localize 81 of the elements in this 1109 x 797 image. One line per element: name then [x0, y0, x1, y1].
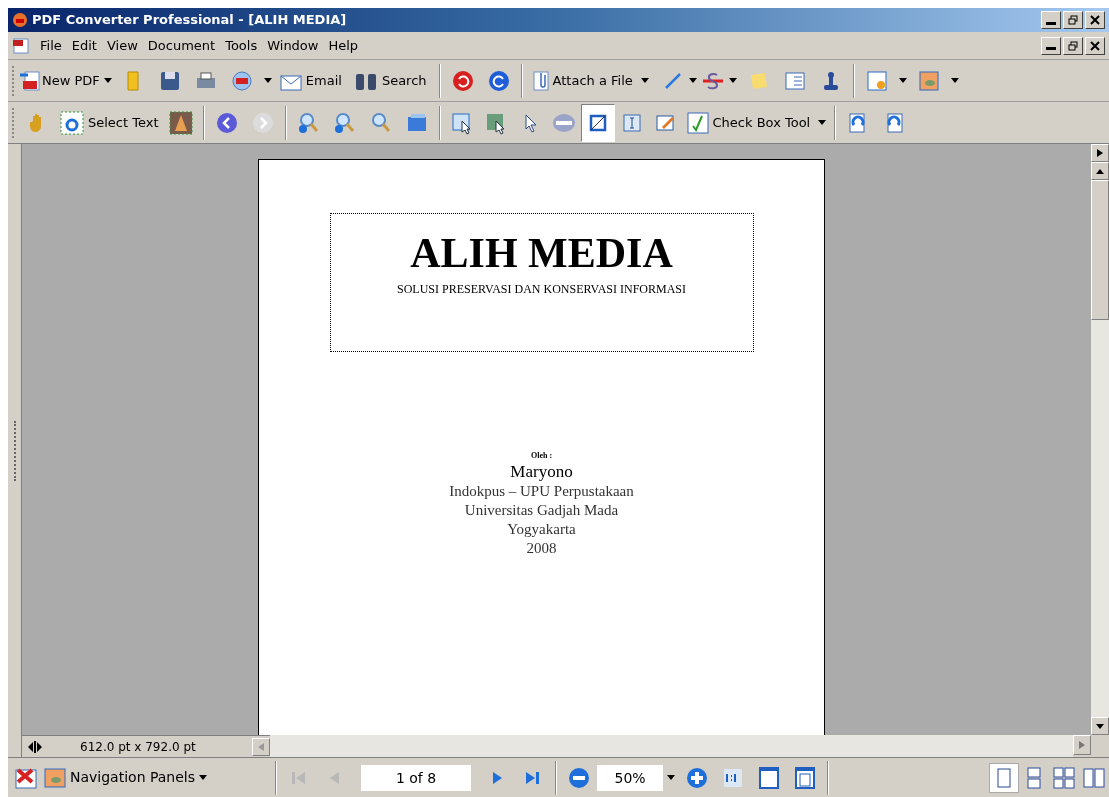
document-title: ALIH MEDIA	[410, 232, 673, 274]
horizontal-scrollbar[interactable]	[270, 735, 1073, 757]
attach-file-button[interactable]: Attach a File	[530, 68, 633, 93]
minimize-icon	[1046, 47, 1056, 50]
document-restore-button[interactable]	[1063, 36, 1083, 55]
dropdown-caret-icon[interactable]	[667, 775, 676, 780]
scroll-up-button[interactable]	[1091, 162, 1109, 180]
restore-icon	[1068, 15, 1078, 25]
dropdown-caret-icon[interactable]	[728, 78, 737, 83]
dropdown-caret-icon[interactable]	[818, 120, 827, 125]
restore-button[interactable]	[1063, 11, 1083, 29]
zoom-in-icon[interactable]	[685, 765, 710, 790]
page-layout-icon	[1082, 765, 1106, 790]
checkmark-icon	[686, 111, 709, 134]
page-number-field[interactable]: 1 of 8	[361, 764, 472, 791]
author-info: Universitas Gadjah Mada	[464, 501, 619, 520]
author-info: Maryono	[510, 462, 573, 482]
undo-icon[interactable]	[450, 68, 475, 93]
left-arrow-icon	[258, 742, 264, 751]
menu-item[interactable]: Document	[147, 35, 216, 56]
new-pdf-button[interactable]: New PDF	[20, 68, 100, 93]
menu-item[interactable]: Edit	[71, 35, 97, 56]
author-info: 2008	[526, 539, 557, 558]
window-eye-icon	[44, 766, 66, 789]
image-select-icon[interactable]	[168, 110, 193, 135]
window-title: PDF Converter Professional - [ALIH MEDIA]	[32, 11, 347, 30]
minimize-button[interactable]	[1041, 11, 1061, 29]
fit-width-icon[interactable]	[793, 765, 818, 790]
right-arrow-icon	[1097, 149, 1103, 157]
menu-item[interactable]: Tools	[225, 35, 258, 56]
dropdown-caret-icon[interactable]	[688, 78, 697, 83]
select-text-button[interactable]: Select Text	[60, 110, 159, 135]
email-button[interactable]: Email	[279, 69, 342, 92]
new-pdf-icon	[20, 68, 42, 93]
scroll-left-button[interactable]	[252, 737, 270, 756]
dropdown-caret-icon[interactable]	[103, 78, 112, 83]
menu-item[interactable]: Help	[328, 35, 359, 56]
document-minimize-button[interactable]	[1041, 36, 1061, 55]
menu-item[interactable]: View	[106, 35, 138, 56]
close-icon	[1090, 40, 1100, 51]
scroll-down-button[interactable]	[1091, 717, 1109, 735]
window-user-icon[interactable]	[864, 68, 889, 93]
restore-icon	[1068, 40, 1078, 51]
redo-icon[interactable]	[486, 68, 511, 93]
zoom-field[interactable]: 50%	[597, 764, 664, 791]
dropdown-caret-icon[interactable]	[950, 78, 959, 83]
dropdown-caret-icon[interactable]	[199, 775, 208, 780]
page-size: 612.0 pt x 792.0 pt	[80, 738, 196, 756]
dropdown-caret-icon[interactable]	[263, 78, 272, 83]
close-button[interactable]	[1085, 11, 1105, 29]
check-box-tool-button[interactable]: Check Box Tool	[686, 111, 811, 134]
navigation-panels-button[interactable]: Navigation Panels	[44, 766, 196, 789]
down-arrow-icon	[1096, 723, 1104, 729]
scrollbar-thumb[interactable]	[1091, 180, 1109, 320]
zoom-out-icon[interactable]	[567, 765, 592, 790]
author-info: Yogyakarta	[507, 520, 576, 539]
fit-page-icon[interactable]	[757, 765, 782, 790]
document-subtitle: SOLUSI PRESERVASI DAN KONSERVASI INFORMASI	[397, 281, 686, 298]
scroll-right-button[interactable]	[1073, 735, 1091, 755]
document-close-button[interactable]	[1085, 36, 1105, 55]
menu-item[interactable]: Window	[267, 35, 319, 56]
page-layout-button[interactable]	[989, 762, 1019, 793]
dropdown-caret-icon[interactable]	[640, 78, 649, 83]
resize-arrows-icon[interactable]	[26, 738, 44, 755]
zoom-in-icon[interactable]	[296, 110, 321, 135]
page-layout-icon	[1052, 765, 1076, 790]
author-label: Oleh :	[530, 450, 553, 462]
text-cursor-icon	[60, 110, 84, 135]
tool-button[interactable]	[580, 103, 615, 142]
close-icon	[1090, 15, 1100, 25]
right-arrow-icon	[1079, 741, 1085, 749]
app-logo-icon	[12, 12, 28, 28]
panel-toggle-button[interactable]	[1091, 144, 1109, 162]
document-icon	[12, 36, 30, 55]
zoom-out-icon[interactable]	[332, 110, 357, 135]
author-info: Indokpus – UPU Perpustakaan	[449, 482, 634, 501]
menu-item[interactable]: File	[40, 35, 62, 56]
search-button[interactable]: Search	[353, 69, 427, 92]
minimize-icon	[1046, 21, 1056, 25]
dropdown-caret-icon[interactable]	[898, 78, 907, 83]
up-arrow-icon	[1096, 168, 1104, 174]
